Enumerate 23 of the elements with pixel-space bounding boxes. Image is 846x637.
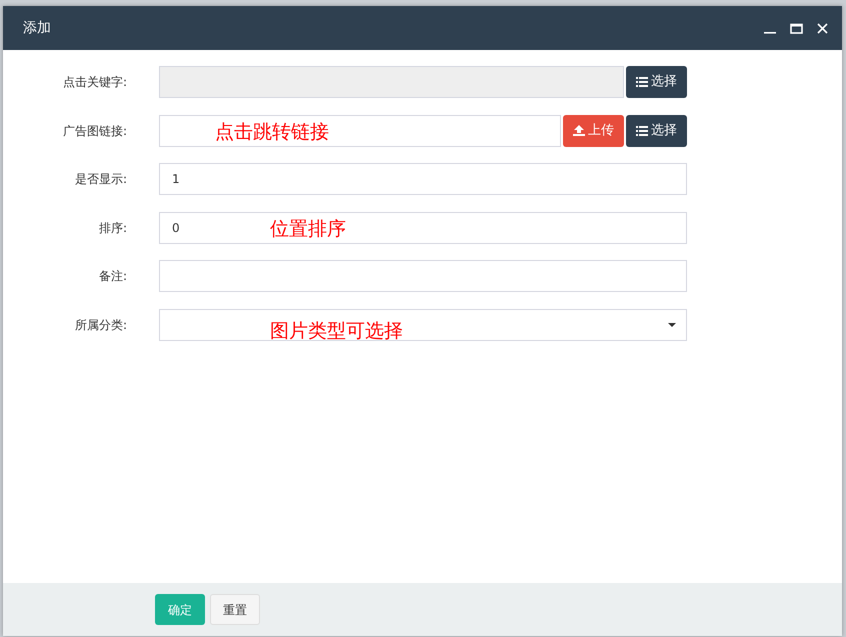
- window-title: 添加: [23, 18, 51, 38]
- reset-button[interactable]: 重置: [210, 594, 260, 625]
- field-label: 广告图链接:: [62, 122, 127, 140]
- upload-button[interactable]: 上传: [563, 114, 624, 146]
- annotation-text: 位置排序: [270, 216, 346, 242]
- annotation-text: 点击跳转链接: [215, 120, 329, 144]
- input-field[interactable]: 1: [159, 163, 687, 195]
- close-icon[interactable]: [817, 22, 828, 34]
- select-field[interactable]: [159, 308, 687, 340]
- list-icon: [636, 126, 648, 136]
- input-field[interactable]: [159, 260, 687, 292]
- upload-icon: [573, 125, 585, 136]
- input-field[interactable]: [159, 114, 561, 146]
- field-label: 排序:: [98, 220, 127, 236]
- field-label: 是否显示:: [74, 171, 127, 188]
- annotation-text: 图片类型可选择: [270, 318, 403, 344]
- field-label: 点击关键字:: [62, 74, 127, 91]
- list-icon: [636, 77, 648, 87]
- select-button[interactable]: 选择: [626, 114, 687, 146]
- field-label: 所属分类:: [74, 316, 127, 334]
- field-label: 备注:: [98, 268, 127, 285]
- maximize-icon[interactable]: [790, 22, 803, 34]
- caret-icon: [668, 322, 676, 326]
